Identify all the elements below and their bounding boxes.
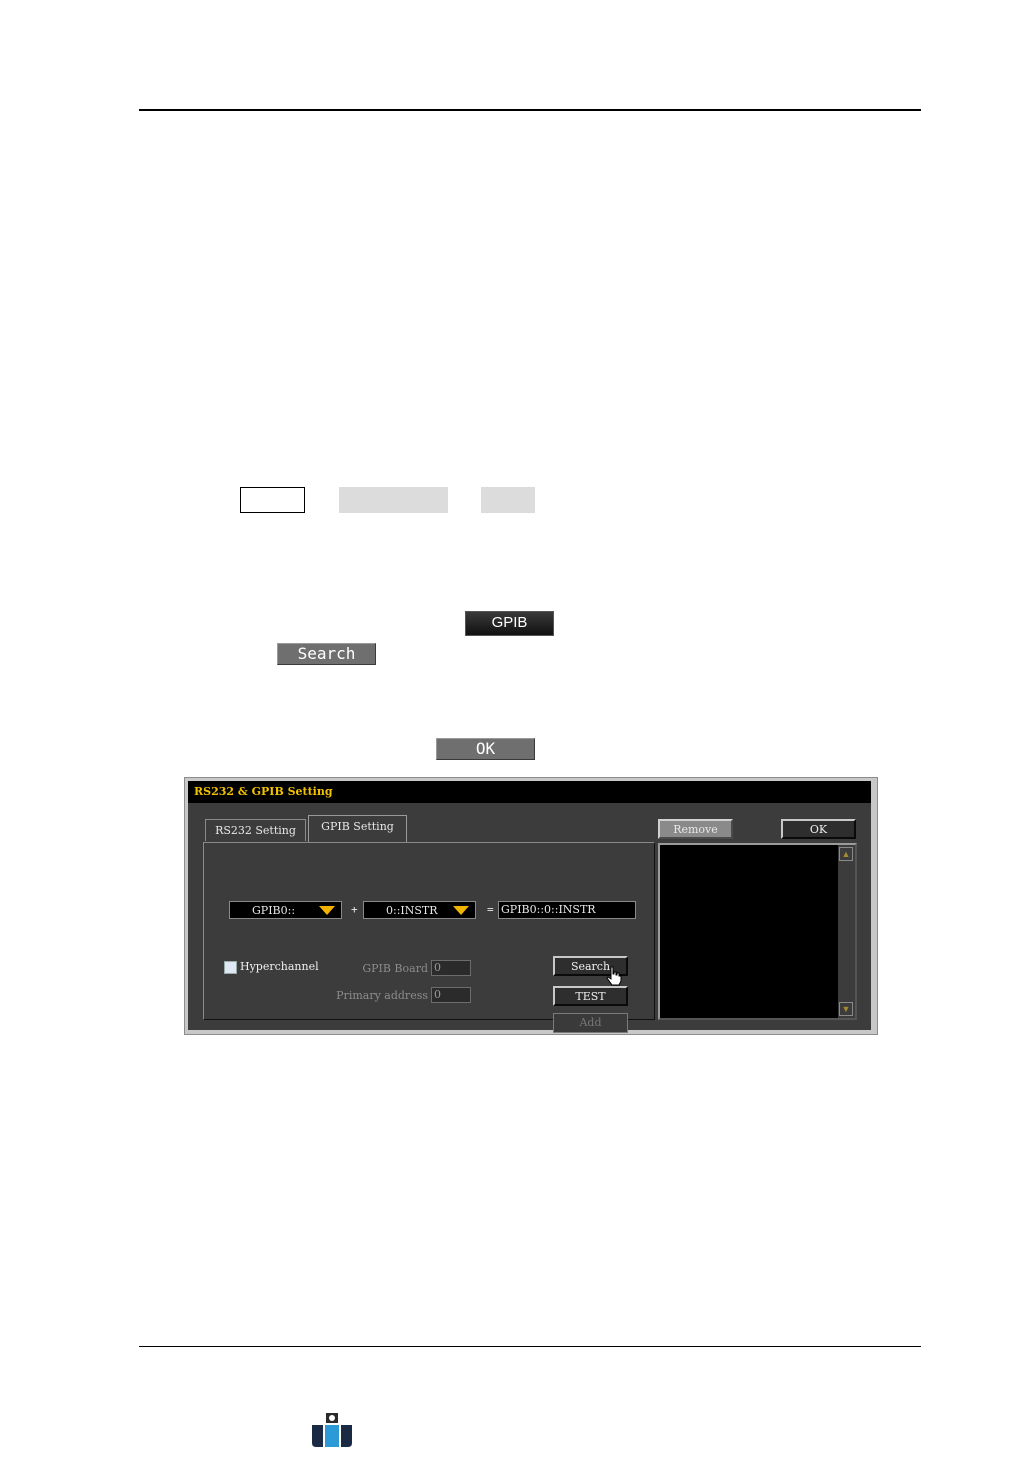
- outlined-key-box: [240, 487, 305, 513]
- plus-sign: +: [351, 903, 358, 916]
- primary-address-input[interactable]: 0: [431, 987, 471, 1003]
- ok-button[interactable]: OK: [781, 819, 856, 839]
- gpib-address-select[interactable]: 0::INSTR: [363, 901, 476, 919]
- resource-string-field[interactable]: GPIB0::0::INSTR: [498, 901, 636, 919]
- test-button[interactable]: TEST: [553, 986, 628, 1006]
- gpib-key-image: GPIB: [465, 611, 554, 636]
- header-rule: [139, 109, 921, 111]
- primary-address-label: Primary address: [336, 989, 428, 1002]
- gpib-interface-select[interactable]: GPIB0::: [229, 901, 342, 919]
- gray-highlight-box-small: [481, 487, 535, 513]
- gpib-interface-value: GPIB0::: [252, 904, 296, 917]
- tab-rs232-setting[interactable]: RS232 Setting: [205, 819, 306, 841]
- hyperchannel-label: Hyperchannel: [240, 960, 319, 973]
- tab-gpib-setting[interactable]: GPIB Setting: [308, 815, 407, 843]
- search-button-image: Search: [277, 643, 376, 665]
- list-scrollbar[interactable]: ▲ ▼: [838, 845, 855, 1018]
- gpib-address-value: 0::INSTR: [386, 904, 438, 917]
- dropdown-arrow-icon[interactable]: [453, 906, 469, 915]
- gpib-board-input[interactable]: 0: [431, 960, 471, 976]
- add-button[interactable]: Add: [553, 1013, 628, 1033]
- hyperchannel-checkbox[interactable]: [224, 961, 237, 974]
- hand-pointer-icon: [606, 966, 622, 986]
- gray-highlight-box: [339, 487, 448, 513]
- scroll-up-arrow-icon[interactable]: ▲: [839, 847, 853, 861]
- dropdown-arrow-icon[interactable]: [319, 906, 335, 915]
- gpib-board-label: GPIB Board: [362, 962, 428, 975]
- footer-rule: [139, 1346, 921, 1347]
- remove-button[interactable]: Remove: [658, 819, 733, 839]
- ok-button-image: OK: [436, 738, 535, 760]
- dialog-body: RS232 Setting GPIB Setting GPIB0:: + 0::…: [188, 803, 871, 1033]
- gpib-settings-dialog: RS232 & GPIB Setting RS232 Setting GPIB …: [184, 777, 878, 1035]
- dialog-title: RS232 & GPIB Setting: [188, 781, 871, 803]
- brand-logo-icon: [312, 1413, 352, 1447]
- instrument-list[interactable]: ▲ ▼: [658, 843, 857, 1020]
- equals-sign: =: [487, 903, 494, 916]
- scroll-down-arrow-icon[interactable]: ▼: [839, 1002, 853, 1016]
